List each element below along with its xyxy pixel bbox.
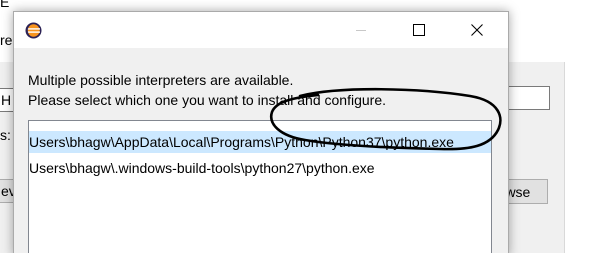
minimize-icon	[356, 30, 366, 31]
interpreter-path: Users\bhagw\AppData\Local\Programs\Pytho…	[29, 134, 454, 150]
list-item[interactable]: Users\bhagw\AppData\Local\Programs\Pytho…	[29, 131, 491, 153]
interpreter-selection-dialog: Multiple possible interpreters are avail…	[13, 11, 509, 253]
interpreter-path: Users\bhagw\.windows-build-tools\python2…	[29, 160, 375, 176]
close-button[interactable]	[454, 12, 500, 48]
eclipse-icon	[25, 22, 42, 39]
background-edge	[565, 0, 591, 253]
maximize-icon	[413, 24, 425, 36]
dialog-message: Multiple possible interpreters are avail…	[28, 70, 498, 110]
message-line-2: Please select which one you want to inst…	[28, 92, 386, 108]
interpreter-list[interactable]: Users\bhagw\AppData\Local\Programs\Pytho…	[28, 120, 492, 253]
message-line-1: Multiple possible interpreters are avail…	[28, 72, 294, 88]
list-item[interactable]: Users\bhagw\.windows-build-tools\python2…	[29, 157, 491, 179]
background-label-fragment-2: s:	[0, 127, 11, 143]
minimize-button[interactable]	[338, 12, 384, 48]
dialog-titlebar[interactable]	[14, 12, 508, 48]
background-label-fragment: re	[0, 32, 13, 48]
maximize-button[interactable]	[396, 12, 442, 48]
close-icon	[471, 24, 483, 36]
background-text-fragment: E	[0, 0, 10, 10]
background-input-fragment: H	[1, 92, 12, 108]
